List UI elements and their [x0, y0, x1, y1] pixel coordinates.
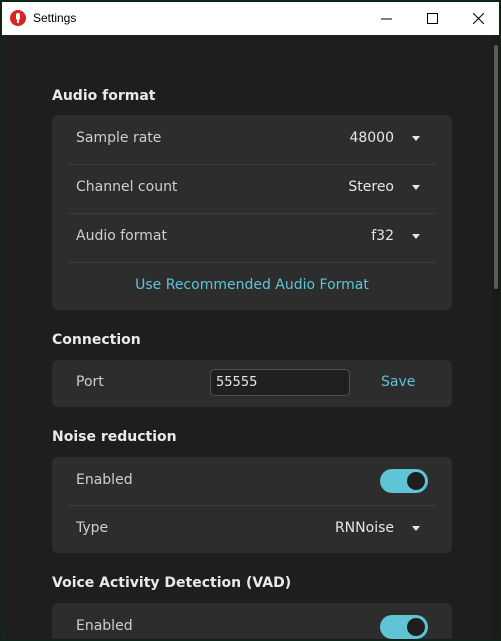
- noise-reduction-card: Enabled Type RNNoise: [52, 457, 452, 553]
- noise-reduction-heading: Noise reduction: [52, 429, 177, 445]
- minimize-icon: [381, 18, 392, 20]
- audio-format-card: Sample rate 48000 Channel count Stereo A…: [52, 115, 452, 310]
- vad-enabled-row: Enabled: [52, 603, 452, 639]
- vad-enabled-toggle[interactable]: [380, 615, 428, 639]
- window-title: Settings: [33, 11, 77, 25]
- connection-heading: Connection: [52, 332, 141, 348]
- sample-rate-label: Sample rate: [76, 130, 162, 146]
- vertical-scrollbar[interactable]: [493, 35, 499, 639]
- close-button[interactable]: [456, 2, 499, 35]
- toggle-knob: [407, 618, 425, 636]
- close-icon: [473, 13, 484, 24]
- save-button[interactable]: Save: [381, 374, 415, 390]
- channel-count-label: Channel count: [76, 179, 178, 195]
- connection-card: Port Save: [52, 360, 452, 407]
- scrollbar-thumb[interactable]: [494, 45, 498, 289]
- minimize-button[interactable]: [364, 2, 409, 35]
- audio-format-heading: Audio format: [52, 88, 156, 104]
- noise-reduction-enabled-toggle[interactable]: [380, 469, 428, 493]
- audio-format-label: Audio format: [76, 228, 167, 244]
- noise-reduction-type-value[interactable]: RNNoise: [335, 520, 394, 536]
- use-recommended-audio-format-button[interactable]: Use Recommended Audio Format: [52, 277, 452, 293]
- vad-enabled-label: Enabled: [76, 618, 133, 634]
- chevron-down-icon[interactable]: [412, 185, 420, 190]
- audio-format-row[interactable]: Audio format f32: [52, 213, 452, 262]
- sample-rate-value[interactable]: 48000: [349, 130, 394, 146]
- channel-count-row[interactable]: Channel count Stereo: [52, 164, 452, 213]
- chevron-down-icon[interactable]: [412, 136, 420, 141]
- maximize-icon: [427, 13, 438, 24]
- maximize-button[interactable]: [410, 2, 455, 35]
- port-label: Port: [76, 374, 104, 390]
- noise-reduction-enabled-row: Enabled: [52, 457, 452, 506]
- settings-window: Settings Audio format Sample rate 48000 …: [2, 2, 499, 639]
- vad-card: Enabled: [52, 603, 452, 639]
- noise-reduction-type-row[interactable]: Type RNNoise: [52, 505, 452, 554]
- sample-rate-row[interactable]: Sample rate 48000: [52, 115, 452, 164]
- noise-reduction-type-label: Type: [76, 520, 109, 536]
- settings-content: Audio format Sample rate 48000 Channel c…: [2, 35, 493, 639]
- port-input[interactable]: [210, 369, 350, 396]
- chevron-down-icon[interactable]: [412, 526, 420, 531]
- divider: [68, 262, 436, 263]
- toggle-knob: [407, 472, 425, 490]
- app-microphone-icon: [10, 10, 26, 26]
- chevron-down-icon[interactable]: [412, 234, 420, 239]
- audio-format-value[interactable]: f32: [371, 228, 394, 244]
- noise-reduction-enabled-label: Enabled: [76, 472, 133, 488]
- vad-heading: Voice Activity Detection (VAD): [52, 575, 292, 591]
- channel-count-value[interactable]: Stereo: [348, 179, 394, 195]
- title-bar: Settings: [2, 2, 499, 35]
